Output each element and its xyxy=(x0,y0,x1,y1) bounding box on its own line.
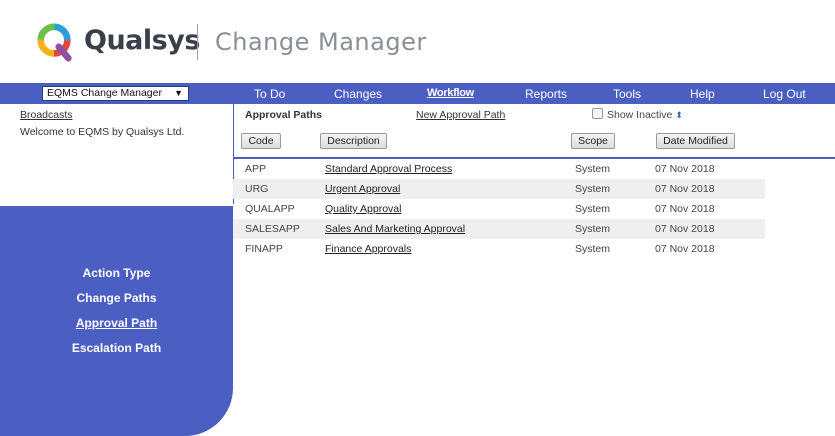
cell-code: URG xyxy=(245,183,269,195)
show-inactive-label: Show Inactive xyxy=(607,109,673,121)
cell-date: 07 Nov 2018 xyxy=(655,183,715,195)
cell-description-link[interactable]: Standard Approval Process xyxy=(325,163,452,175)
show-inactive-checkbox[interactable] xyxy=(592,107,603,119)
table-row[interactable]: SALESAPP Sales And Marketing Approval Sy… xyxy=(233,219,765,239)
approval-paths-table: APP Standard Approval Process System 07 … xyxy=(233,159,765,259)
table-row[interactable]: QUALAPP Quality Approval System 07 Nov 2… xyxy=(233,199,765,219)
cell-scope: System xyxy=(575,243,611,255)
sidebar-item-approval-path[interactable]: Approval Path xyxy=(0,316,233,330)
cell-date: 07 Nov 2018 xyxy=(655,203,715,215)
nav-help[interactable]: Help xyxy=(690,87,715,101)
product-name: Change Manager xyxy=(215,28,427,56)
new-approval-path-link[interactable]: New Approval Path xyxy=(416,109,505,121)
nav-logout[interactable]: Log Out xyxy=(763,87,806,101)
sort-code-button[interactable]: Code xyxy=(241,133,281,149)
sort-scope-button[interactable]: Scope xyxy=(571,133,615,149)
cell-date: 07 Nov 2018 xyxy=(655,243,715,255)
show-inactive-toggle[interactable]: Show Inactive ⬍ xyxy=(592,107,683,121)
cell-date: 07 Nov 2018 xyxy=(655,163,715,175)
brand-divider xyxy=(197,24,198,60)
cell-scope: System xyxy=(575,223,611,235)
sort-description-button[interactable]: Description xyxy=(320,133,387,149)
table-row[interactable]: FINAPP Finance Approvals System 07 Nov 2… xyxy=(233,239,765,259)
welcome-message: Welcome to EQMS by Qualsys Ltd. xyxy=(20,126,185,138)
cell-code: QUALAPP xyxy=(245,203,295,215)
cell-description-link[interactable]: Finance Approvals xyxy=(325,243,411,255)
cell-scope: System xyxy=(575,203,611,215)
table-row[interactable]: APP Standard Approval Process System 07 … xyxy=(233,159,765,179)
sort-toggle-icon[interactable]: ⬍ xyxy=(675,110,683,121)
nav-tools[interactable]: Tools xyxy=(613,87,641,101)
nav-changes[interactable]: Changes xyxy=(334,87,382,101)
workflow-sidebar: Action Type Change Paths Approval Path E… xyxy=(0,206,233,436)
page-title: Approval Paths xyxy=(245,109,323,121)
cell-code: SALESAPP xyxy=(245,223,300,235)
sidebar-item-escalation-path[interactable]: Escalation Path xyxy=(0,341,233,355)
app-header: Qualsys Change Manager xyxy=(0,0,835,83)
dropdown-arrow-icon: ▼ xyxy=(174,88,183,98)
qualsys-logo-icon xyxy=(37,23,72,62)
cell-scope: System xyxy=(575,163,611,175)
nav-reports[interactable]: Reports xyxy=(525,87,567,101)
brand-name: Qualsys xyxy=(84,25,200,56)
broadcasts-link[interactable]: Broadcasts xyxy=(20,109,73,121)
main-nav: EQMS Change Manager ▼ To Do Changes Work… xyxy=(0,83,835,104)
nav-workflow[interactable]: Workflow xyxy=(427,87,474,99)
cell-code: APP xyxy=(245,163,267,175)
sidebar-item-change-paths[interactable]: Change Paths xyxy=(0,291,233,305)
module-select[interactable]: EQMS Change Manager ▼ xyxy=(42,86,189,101)
module-select-value: EQMS Change Manager xyxy=(47,87,162,99)
cell-scope: System xyxy=(575,183,611,195)
cell-code: FINAPP xyxy=(245,243,283,255)
cell-date: 07 Nov 2018 xyxy=(655,223,715,235)
cell-description-link[interactable]: Sales And Marketing Approval xyxy=(325,223,465,235)
nav-todo[interactable]: To Do xyxy=(254,87,285,101)
broadcast-panel: Broadcasts Welcome to EQMS by Qualsys Lt… xyxy=(0,104,233,206)
sidebar-item-action-type[interactable]: Action Type xyxy=(0,266,233,280)
cell-description-link[interactable]: Quality Approval xyxy=(325,203,401,215)
sort-date-modified-button[interactable]: Date Modified xyxy=(656,133,735,149)
table-row[interactable]: URG Urgent Approval System 07 Nov 2018 xyxy=(233,179,765,199)
cell-description-link[interactable]: Urgent Approval xyxy=(325,183,400,195)
